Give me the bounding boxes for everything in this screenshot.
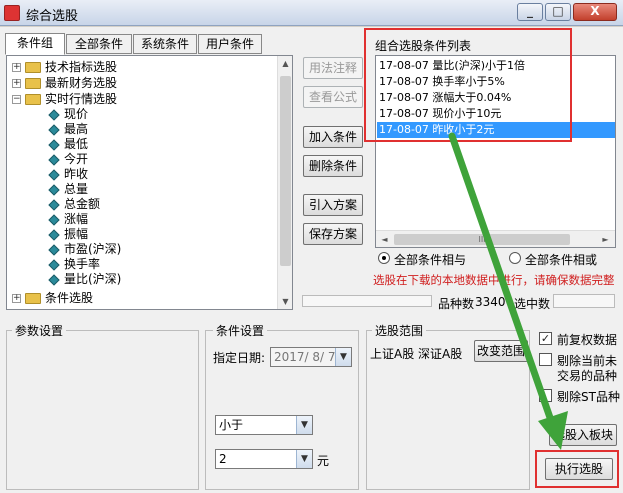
annotation-arrow-icon bbox=[448, 132, 568, 450]
